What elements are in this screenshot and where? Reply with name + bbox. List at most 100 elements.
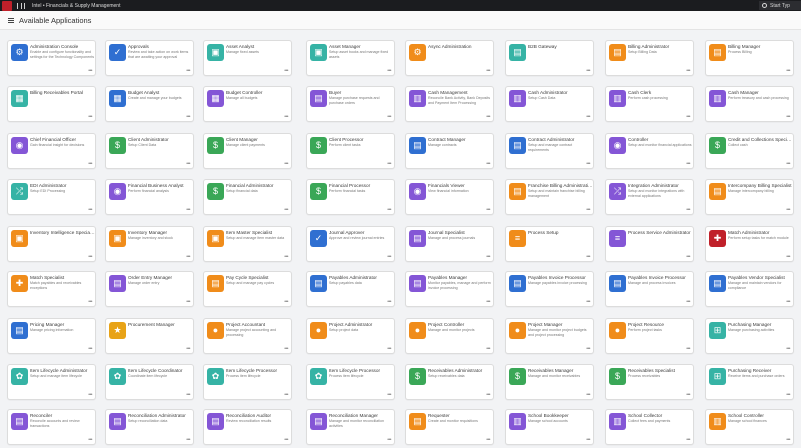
more-options-icon[interactable]: •••: [284, 114, 288, 120]
more-options-icon[interactable]: •••: [786, 254, 790, 260]
more-options-icon[interactable]: •••: [88, 161, 92, 167]
app-tile[interactable]: ⚙ Administration Console Enable and config…: [7, 40, 96, 76]
app-tile[interactable]: $ Client Administrator Setup Client Data ••…: [105, 133, 194, 169]
more-options-icon[interactable]: •••: [686, 392, 690, 398]
search-box[interactable]: Start Typ: [759, 1, 801, 10]
app-tile[interactable]: ▤ Intercompany Billing Specialist Manage i…: [705, 179, 794, 215]
more-options-icon[interactable]: •••: [387, 161, 391, 167]
app-tile[interactable]: ▤ Billing Manager Process Billing •••: [705, 40, 794, 76]
app-tile[interactable]: ▤ Payables Manager Monitor payables, manag…: [405, 271, 494, 307]
app-tile[interactable]: $ Credit and Collections Specialist Collec…: [705, 133, 794, 169]
app-tile[interactable]: ▤ Contract Administrator Setup and manage …: [505, 133, 594, 169]
app-tile[interactable]: ▤ Billing Administrator Setup Billing Data…: [605, 40, 694, 76]
more-options-icon[interactable]: •••: [586, 392, 590, 398]
app-tile[interactable]: ⚙ Async Administration •••: [405, 40, 494, 76]
more-options-icon[interactable]: •••: [586, 254, 590, 260]
app-tile[interactable]: ▤ Payables Vendor Specialist Manage and ma…: [705, 271, 794, 307]
more-options-icon[interactable]: •••: [486, 68, 490, 74]
more-options-icon[interactable]: •••: [686, 299, 690, 305]
more-options-icon[interactable]: •••: [586, 161, 590, 167]
app-tile[interactable]: ▤ Reconciler Reconcile accounts and review…: [7, 409, 96, 445]
more-options-icon[interactable]: •••: [486, 114, 490, 120]
app-tile[interactable]: ▥ Cash Manager Perform treasury and cash p…: [705, 86, 794, 122]
more-options-icon[interactable]: •••: [786, 392, 790, 398]
app-tile[interactable]: $ Financial Administrator Setup financial …: [203, 179, 292, 215]
app-tile[interactable]: ▤ Pricing Manager Manage pricing informati…: [7, 318, 96, 354]
more-options-icon[interactable]: •••: [486, 207, 490, 213]
app-tile[interactable]: ▤ Pay Cycle Specialist Setup and manage pa…: [203, 271, 292, 307]
app-tile[interactable]: ⊞ Purchasing Manager Manage purchasing act…: [705, 318, 794, 354]
more-options-icon[interactable]: •••: [387, 437, 391, 443]
app-tile[interactable]: ▥ Cash Clerk Perform cash processing •••: [605, 86, 694, 122]
app-tile[interactable]: ≡ Process Setup •••: [505, 226, 594, 262]
more-options-icon[interactable]: •••: [786, 299, 790, 305]
app-tile[interactable]: $ Client Processor Perform client tasks •••: [306, 133, 395, 169]
more-options-icon[interactable]: •••: [387, 392, 391, 398]
more-options-icon[interactable]: •••: [88, 346, 92, 352]
more-options-icon[interactable]: •••: [284, 437, 288, 443]
app-tile[interactable]: ▤ Reconciliation Administrator Setup recon…: [105, 409, 194, 445]
more-options-icon[interactable]: •••: [88, 392, 92, 398]
app-tile[interactable]: ▦ Budget Controller Manage all budgets •••: [203, 86, 292, 122]
app-tile[interactable]: ⊞ Purchasing Receiver Receive items and pu…: [705, 364, 794, 400]
app-tile[interactable]: ⤮ Integration Administrator Setup and moni…: [605, 179, 694, 215]
app-tile[interactable]: ▤ Requester Create and monitor requisition…: [405, 409, 494, 445]
more-options-icon[interactable]: •••: [387, 68, 391, 74]
more-options-icon[interactable]: •••: [284, 68, 288, 74]
more-options-icon[interactable]: •••: [686, 437, 690, 443]
app-tile[interactable]: ◉ Financial Business Analyst Perform finan…: [105, 179, 194, 215]
app-tile[interactable]: ▥ School Bookkeeper Manage school accounts…: [505, 409, 594, 445]
app-tile[interactable]: ✓ Journal Approver Approve and review jour…: [306, 226, 395, 262]
more-options-icon[interactable]: •••: [186, 207, 190, 213]
more-options-icon[interactable]: •••: [686, 346, 690, 352]
more-options-icon[interactable]: •••: [88, 437, 92, 443]
more-options-icon[interactable]: •••: [284, 392, 288, 398]
app-tile[interactable]: ● Project Manager Manage and monitor proje…: [505, 318, 594, 354]
more-options-icon[interactable]: •••: [186, 161, 190, 167]
more-options-icon[interactable]: •••: [486, 254, 490, 260]
app-tile[interactable]: ▤ Contract Manager Manage contracts •••: [405, 133, 494, 169]
more-options-icon[interactable]: •••: [387, 254, 391, 260]
more-options-icon[interactable]: •••: [186, 392, 190, 398]
app-tile[interactable]: ▣ Inventory Manager Manage inventory and s…: [105, 226, 194, 262]
app-tile[interactable]: ▤ Payables Invoice Processor Manage and pr…: [605, 271, 694, 307]
more-options-icon[interactable]: •••: [786, 161, 790, 167]
more-options-icon[interactable]: •••: [686, 207, 690, 213]
more-options-icon[interactable]: •••: [686, 161, 690, 167]
app-tile[interactable]: ⤮ EDI Administrator Setup EDI Processing ••…: [7, 179, 96, 215]
app-tile[interactable]: ◉ Financials Viewer View financial informa…: [405, 179, 494, 215]
app-tile[interactable]: ★ Procurement Manager •••: [105, 318, 194, 354]
app-tile[interactable]: ▤ Payables Administrator Setup payables da…: [306, 271, 395, 307]
more-options-icon[interactable]: •••: [284, 299, 288, 305]
more-options-icon[interactable]: •••: [88, 114, 92, 120]
more-options-icon[interactable]: •••: [786, 68, 790, 74]
more-options-icon[interactable]: •••: [284, 207, 288, 213]
app-tile[interactable]: ▣ Asset Manager Setup asset books and mana…: [306, 40, 395, 76]
app-tile[interactable]: ▥ School Controller Manage school finances…: [705, 409, 794, 445]
more-options-icon[interactable]: •••: [387, 114, 391, 120]
app-tile[interactable]: $ Receivables Specialist Process receivabl…: [605, 364, 694, 400]
app-tile[interactable]: ▤ Order Entry Manager Manage order entry ••…: [105, 271, 194, 307]
app-tile[interactable]: $ Financial Processor Perform financial ta…: [306, 179, 395, 215]
app-tile[interactable]: ▥ Cash Management Reconcile Bank Activity,…: [405, 86, 494, 122]
app-tile[interactable]: ✚ Match Administrator Perform setup tasks …: [705, 226, 794, 262]
more-options-icon[interactable]: •••: [486, 437, 490, 443]
more-options-icon[interactable]: •••: [486, 392, 490, 398]
more-options-icon[interactable]: •••: [486, 161, 490, 167]
more-options-icon[interactable]: •••: [284, 254, 288, 260]
app-tile[interactable]: ✿ Item Lifecycle Administrator Setup and m…: [7, 364, 96, 400]
app-tile[interactable]: ▤ Journal Specialist Manage and process jo…: [405, 226, 494, 262]
app-tile[interactable]: $ Client Manager Manage client payments •••: [203, 133, 292, 169]
more-options-icon[interactable]: •••: [786, 207, 790, 213]
app-tile[interactable]: ▤ B2B Gateway •••: [505, 40, 594, 76]
more-options-icon[interactable]: •••: [387, 299, 391, 305]
more-options-icon[interactable]: •••: [586, 68, 590, 74]
more-options-icon[interactable]: •••: [88, 299, 92, 305]
more-options-icon[interactable]: •••: [186, 299, 190, 305]
more-options-icon[interactable]: •••: [786, 114, 790, 120]
app-tile[interactable]: ▤ Reconciliation Auditor Review reconcilia…: [203, 409, 292, 445]
app-tile[interactable]: ▦ Billing Receivables Portal •••: [7, 86, 96, 122]
app-tile[interactable]: ▤ Payables Invoice Processor Manage payabl…: [505, 271, 594, 307]
more-options-icon[interactable]: •••: [486, 346, 490, 352]
app-tile[interactable]: ▥ Cash Administrator Setup Cash Data •••: [505, 86, 594, 122]
